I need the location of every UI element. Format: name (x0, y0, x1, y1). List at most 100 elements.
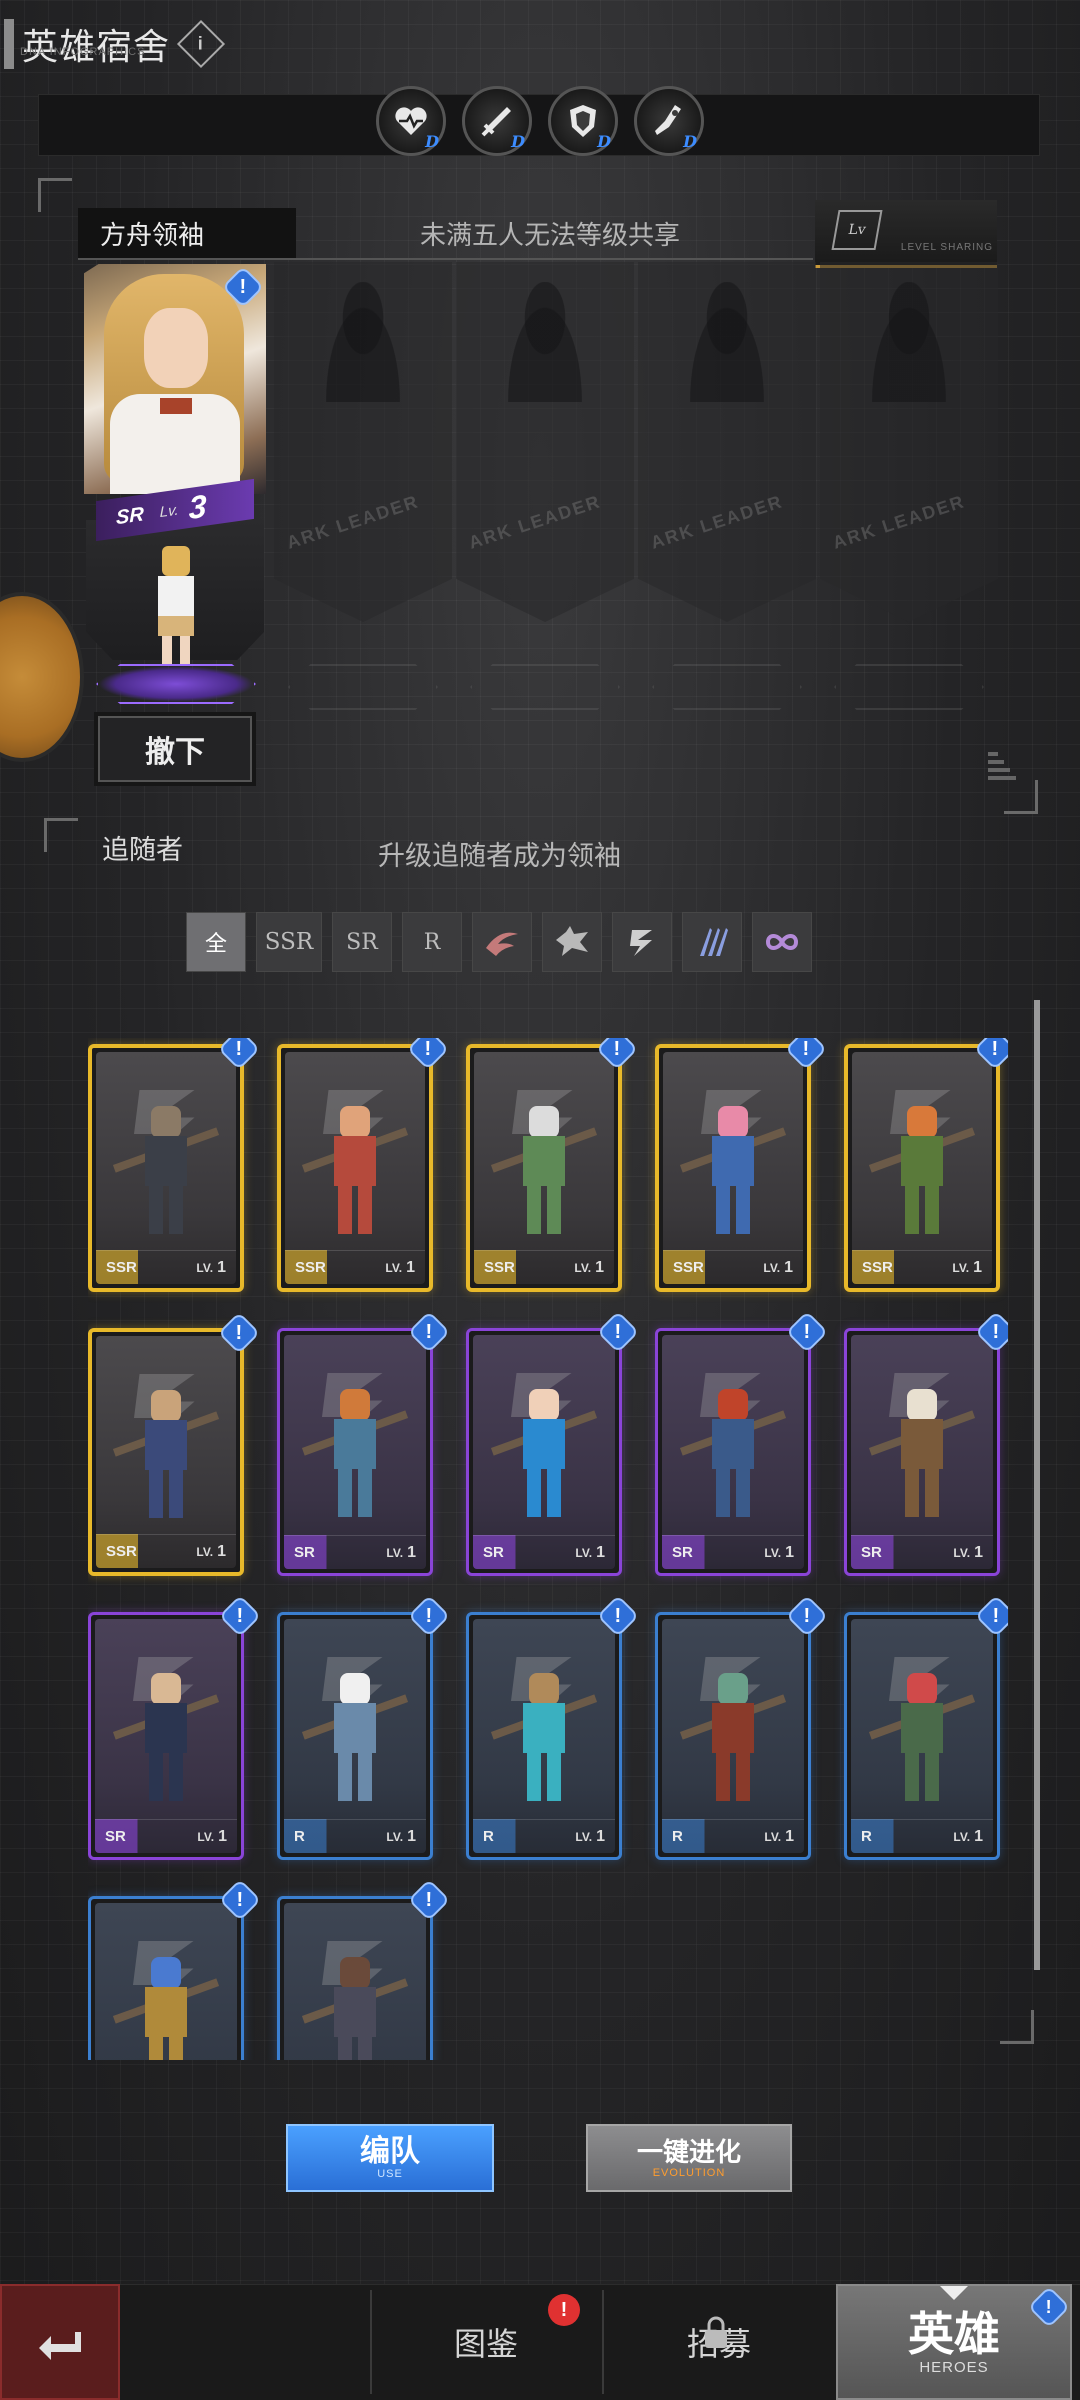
hero-card[interactable]: RLV.1! (655, 1594, 829, 1860)
level-sharing-indicator[interactable]: Lv LEVEL SHARING (815, 200, 997, 268)
hero-card[interactable]: SSR LV. 1! (466, 1038, 639, 1292)
card-level-value: 1 (596, 1543, 605, 1561)
atlas-alert-badge: ! (548, 2294, 580, 2326)
hero-card[interactable]: SR LV. 1! (277, 1310, 451, 1576)
card-footer: SSR LV. 1 (663, 1250, 803, 1284)
sprite-head (907, 1389, 937, 1421)
hero-card[interactable]: RLV.1! (466, 1594, 640, 1860)
card-rarity: SR (294, 1544, 315, 1561)
card-body: SR LV. 1 (851, 1335, 993, 1569)
faction-wing-icon[interactable] (472, 912, 532, 972)
hero-card[interactable]: SR LV. 1! (466, 1310, 640, 1576)
use-label: 编队 (360, 2135, 420, 2168)
filter-sr[interactable]: SR (332, 912, 392, 972)
sprite-legs (149, 1753, 183, 1801)
card-level-value: 1 (784, 1258, 793, 1276)
badge-glyph: ! (803, 1604, 811, 1627)
sprite-legs (905, 1469, 939, 1517)
sprite-legs (338, 1186, 372, 1234)
card-level: LV. 1 (953, 1544, 983, 1562)
hero-card[interactable]: RLV.1! (277, 1594, 451, 1860)
panel-corner-tl (38, 178, 72, 212)
evolve-label: 一键进化 (636, 2137, 741, 2167)
hero-card[interactable]: RLV.1! (844, 1594, 1008, 1860)
sprite-head (340, 1957, 370, 1989)
card-level-value: 1 (406, 1258, 415, 1276)
portrait-face (144, 308, 208, 388)
card-body: SSR LV. 1 (96, 1336, 236, 1568)
slot-caption: ARK LEADER (284, 491, 422, 553)
card-level: LV. 1 (764, 1828, 794, 1846)
card-level: LV. 1 (386, 1544, 416, 1562)
badge-glyph: ! (236, 1888, 244, 1911)
sprite-legs (149, 2037, 183, 2060)
sprite-legs (905, 1753, 939, 1801)
hero-card[interactable]: SR LV. 1! (88, 1594, 262, 1860)
shield-icon[interactable]: D (548, 86, 618, 156)
card-level-prefix: LV. (575, 1829, 593, 1844)
follower-scrollbar[interactable] (1034, 1000, 1040, 1970)
info-icon[interactable]: i (176, 19, 226, 69)
hero-sprite (112, 1673, 220, 1813)
withdraw-button[interactable]: 撤下 (98, 716, 252, 782)
faction-serpent-icon[interactable] (612, 912, 672, 972)
badge-glyph: ! (1046, 2296, 1052, 2317)
boot-icon[interactable]: D (634, 86, 704, 156)
empty-leader-slot[interactable]: ARK LEADER (820, 262, 998, 622)
scrollbar-thumb[interactable] (1034, 1000, 1040, 1970)
card-footer: SR LV. 1 (473, 1535, 615, 1569)
back-button[interactable] (0, 2284, 120, 2400)
hero-card[interactable]: SR LV. 1! (844, 1310, 1008, 1576)
card-level-value: 1 (973, 1258, 982, 1276)
hero-card[interactable]: RLV.1! (277, 1878, 451, 2060)
card-footer: SSR LV. 1 (96, 1250, 236, 1284)
hero-card[interactable]: SSR LV. 1! (88, 1311, 261, 1576)
heart-icon[interactable]: D (376, 86, 446, 156)
hero-card[interactable]: SSR LV. 1! (844, 1038, 1008, 1292)
card-level-prefix: LV. (764, 1545, 782, 1560)
sprite-body (334, 1987, 376, 2037)
card-level-prefix: LV. (764, 1829, 782, 1844)
filter-r[interactable]: R (402, 912, 462, 972)
empty-leader-slot[interactable]: ARK LEADER (456, 262, 634, 622)
sprite-legs (162, 636, 190, 666)
hero-card[interactable]: SR LV. 1! (655, 1310, 829, 1576)
hero-sprite (301, 1957, 409, 2060)
sprite-head (151, 1106, 181, 1138)
empty-leader-slot[interactable]: ARK LEADER (638, 262, 816, 622)
card-body: SR LV. 1 (284, 1335, 426, 1569)
card-body: RLV.1 (851, 1619, 993, 1853)
sprite-body (712, 1703, 754, 1753)
evolve-all-button[interactable]: 一键进化 EVOLUTION (586, 2124, 792, 2192)
card-level-prefix: LV. (953, 1545, 971, 1560)
faction-wolf-icon[interactable] (542, 912, 602, 972)
hero-card[interactable]: RLV.1! (88, 1878, 262, 2060)
hero-card[interactable]: SSR LV. 1! (88, 1038, 261, 1292)
filter-ssr[interactable]: SSR (256, 912, 322, 972)
card-body: RLV.1 (95, 1903, 237, 2060)
card-footer: R LV. 1 (662, 1819, 804, 1853)
sword-icon[interactable]: D (462, 86, 532, 156)
badge-glyph: ! (614, 1320, 622, 1343)
card-level-value: 1 (407, 1543, 416, 1561)
attribute-icons: D D D D (376, 86, 704, 156)
heroes-label: 英雄 (908, 2306, 1000, 2361)
followers-corner (44, 818, 78, 852)
empty-slot-pad (470, 664, 620, 710)
card-rarity: R (294, 1828, 305, 1845)
card-body: RLV.1 (284, 1903, 426, 2060)
hero-card[interactable]: SSR LV. 1! (655, 1038, 828, 1292)
boot-grade: D (683, 132, 697, 151)
card-level-prefix: LV. (953, 1829, 971, 1844)
filter-all[interactable]: 全 (186, 912, 246, 972)
card-footer: SR LV. 1 (851, 1535, 993, 1569)
faction-infinity-icon[interactable] (752, 912, 812, 972)
faction-claw-icon[interactable] (682, 912, 742, 972)
use-button[interactable]: 编队 USE (286, 2124, 494, 2192)
active-tab-indicator (940, 2286, 968, 2300)
empty-leader-slot[interactable]: ARK LEADER (274, 262, 452, 622)
card-level: LV. 1 (575, 1544, 605, 1562)
card-body: SR LV. 1 (473, 1335, 615, 1569)
card-level: LV. 1 (575, 1828, 605, 1846)
hero-card[interactable]: SSR LV. 1! (277, 1038, 450, 1292)
